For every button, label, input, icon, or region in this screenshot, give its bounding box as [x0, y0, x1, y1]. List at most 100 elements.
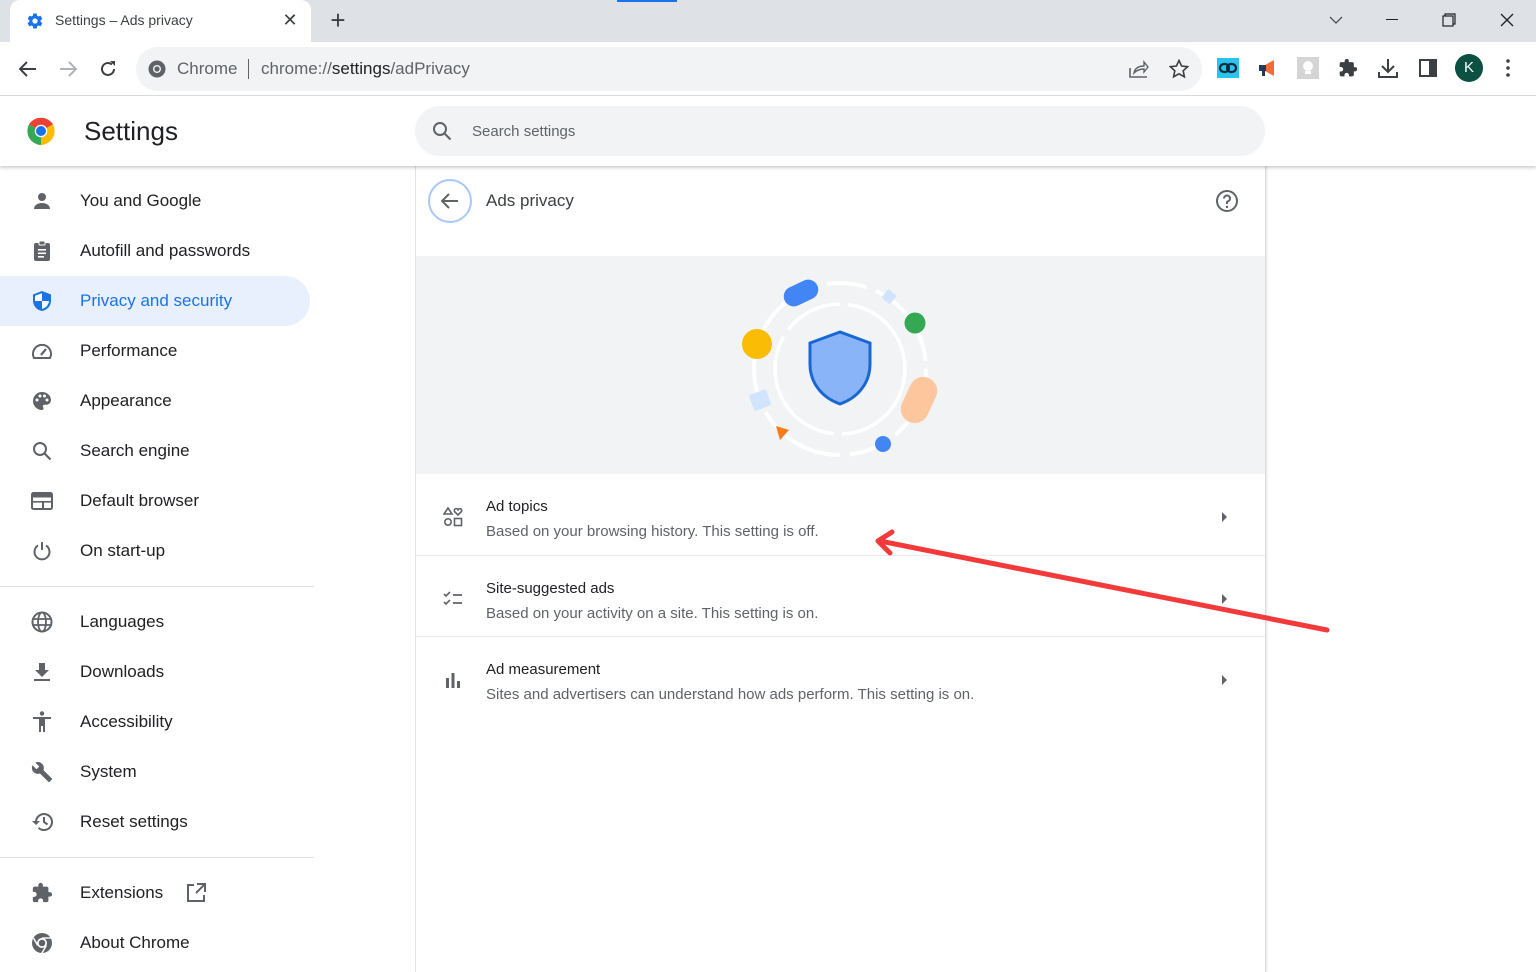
shield-icon	[30, 289, 54, 313]
sidebar-item-label: Accessibility	[80, 712, 173, 731]
downloads-button[interactable]	[1376, 56, 1400, 80]
sidebar-item-label: Default browser	[80, 491, 200, 510]
help-button[interactable]	[1214, 188, 1240, 214]
search-settings-input[interactable]	[472, 118, 1232, 144]
site-suggested-ads-row[interactable]: Site-suggested ads Based on your activit…	[416, 555, 1265, 636]
chevron-right-icon	[1222, 594, 1227, 604]
sidebar-item-accessibility[interactable]: Accessibility	[0, 697, 310, 747]
globe-icon	[30, 610, 54, 634]
settings-title: Settings	[84, 116, 178, 146]
chevron-down-icon	[1329, 16, 1343, 24]
settings-header: Settings	[0, 96, 1536, 166]
power-icon	[30, 539, 54, 563]
bookmark-star-icon	[1169, 59, 1189, 79]
sidebar-item-appearance[interactable]: Appearance	[0, 376, 310, 426]
tab-close-button[interactable]: ✕	[280, 9, 300, 31]
accessibility-icon	[30, 710, 54, 734]
chevron-right-icon	[1222, 675, 1227, 685]
chrome-icon	[30, 931, 54, 955]
new-tab-button[interactable]: +	[325, 7, 351, 34]
sidebar-item-label: Search engine	[80, 441, 190, 460]
sidebar-item-label: Reset settings	[80, 812, 188, 831]
browser-toolbar: Chrome chrome://settings/adPrivacy K	[0, 42, 1536, 96]
sidebar-item-about-chrome[interactable]: About Chrome	[0, 918, 310, 968]
privacy-shield-illustration	[742, 279, 938, 457]
settings-sidebar: You and Google Autofill and passwords Pr…	[0, 166, 320, 972]
sidebar-item-label: Appearance	[80, 391, 172, 410]
omnibox-separator	[248, 59, 249, 79]
address-bar[interactable]: Chrome chrome://settings/adPrivacy	[136, 47, 1202, 91]
sidebar-item-autofill[interactable]: Autofill and passwords	[0, 226, 310, 276]
bookmark-button[interactable]	[1168, 58, 1190, 80]
extensions-button[interactable]	[1336, 56, 1360, 80]
chrome-menu-button[interactable]	[1496, 56, 1520, 80]
download-icon	[1378, 59, 1398, 78]
clipboard-icon	[30, 239, 54, 263]
tab-title: Settings – Ads privacy	[55, 12, 193, 28]
ad-topics-row[interactable]: Ad topics Based on your browsing history…	[416, 474, 1265, 555]
side-panel-icon	[1419, 59, 1437, 77]
sidebar-item-label: About Chrome	[80, 933, 190, 952]
sidebar-item-performance[interactable]: Performance	[0, 326, 310, 376]
browser-window-icon	[30, 489, 54, 513]
sidebar-item-downloads[interactable]: Downloads	[0, 647, 310, 697]
sidebar-item-system[interactable]: System	[0, 747, 310, 797]
row-title: Ad topics	[486, 498, 548, 515]
puzzle-icon	[30, 881, 54, 905]
more-vert-icon	[1506, 59, 1510, 77]
arrow-left-icon	[19, 61, 36, 77]
row-subtitle: Sites and advertisers can understand how…	[486, 686, 975, 703]
back-button[interactable]	[13, 54, 43, 84]
sidebar-item-languages[interactable]: Languages	[0, 597, 310, 647]
sidebar-divider	[0, 857, 314, 858]
sidebar-item-on-startup[interactable]: On start-up	[0, 526, 310, 576]
sidebar-item-label: Privacy and security	[80, 291, 233, 310]
sidebar-item-label: Extensions	[80, 883, 164, 902]
side-panel-button[interactable]	[1416, 56, 1440, 80]
bulb-extension-button[interactable]	[1296, 56, 1320, 80]
speedometer-icon	[30, 339, 54, 363]
tab-search-button[interactable]	[1316, 6, 1356, 34]
url-path: /adPrivacy	[390, 59, 470, 78]
sidebar-item-extensions[interactable]: Extensions	[0, 868, 310, 918]
chrome-site-icon	[148, 60, 166, 78]
ad-measurement-row[interactable]: Ad measurement Sites and advertisers can…	[416, 636, 1265, 717]
history-reset-icon	[30, 810, 54, 834]
sidebar-item-privacy-and-security[interactable]: Privacy and security	[0, 276, 310, 326]
sidebar-item-label: Downloads	[80, 662, 165, 681]
search-icon	[30, 439, 54, 463]
sidebar-item-label: You and Google	[80, 191, 202, 210]
reload-icon	[101, 61, 115, 76]
link-extension-icon	[1217, 58, 1239, 78]
tab-strip-indicator	[617, 0, 677, 2]
close-window-button[interactable]	[1487, 6, 1527, 34]
row-subtitle: Based on your activity on a site. This s…	[486, 605, 819, 622]
bar-chart-icon	[442, 669, 464, 691]
palette-icon	[30, 389, 54, 413]
link-extension-button[interactable]	[1216, 56, 1240, 80]
minimize-button[interactable]	[1372, 6, 1412, 34]
profile-avatar[interactable]: K	[1455, 54, 1483, 82]
search-settings-box[interactable]	[415, 106, 1265, 156]
megaphone-extension-button[interactable]	[1256, 56, 1280, 80]
share-button[interactable]	[1128, 58, 1150, 80]
gear-icon	[27, 13, 43, 29]
url-text[interactable]: chrome://settings/adPrivacy	[261, 59, 470, 79]
restore-icon	[1442, 13, 1456, 27]
sidebar-item-search-engine[interactable]: Search engine	[0, 426, 310, 476]
checklist-icon	[442, 588, 464, 610]
sidebar-item-reset-settings[interactable]: Reset settings	[0, 797, 310, 847]
open-in-new-icon	[186, 883, 206, 908]
sidebar-item-label: System	[80, 762, 137, 781]
forward-button[interactable]	[53, 54, 83, 84]
restore-button[interactable]	[1429, 6, 1469, 34]
tab-settings[interactable]: Settings – Ads privacy ✕	[10, 0, 311, 43]
megaphone-extension-icon	[1259, 60, 1274, 76]
row-title: Site-suggested ads	[486, 580, 615, 597]
reload-button[interactable]	[93, 54, 123, 84]
row-title: Ad measurement	[486, 661, 601, 678]
sidebar-item-default-browser[interactable]: Default browser	[0, 476, 310, 526]
sidebar-item-you-and-google[interactable]: You and Google	[0, 176, 310, 226]
search-icon	[433, 122, 452, 141]
back-button[interactable]	[428, 179, 472, 223]
